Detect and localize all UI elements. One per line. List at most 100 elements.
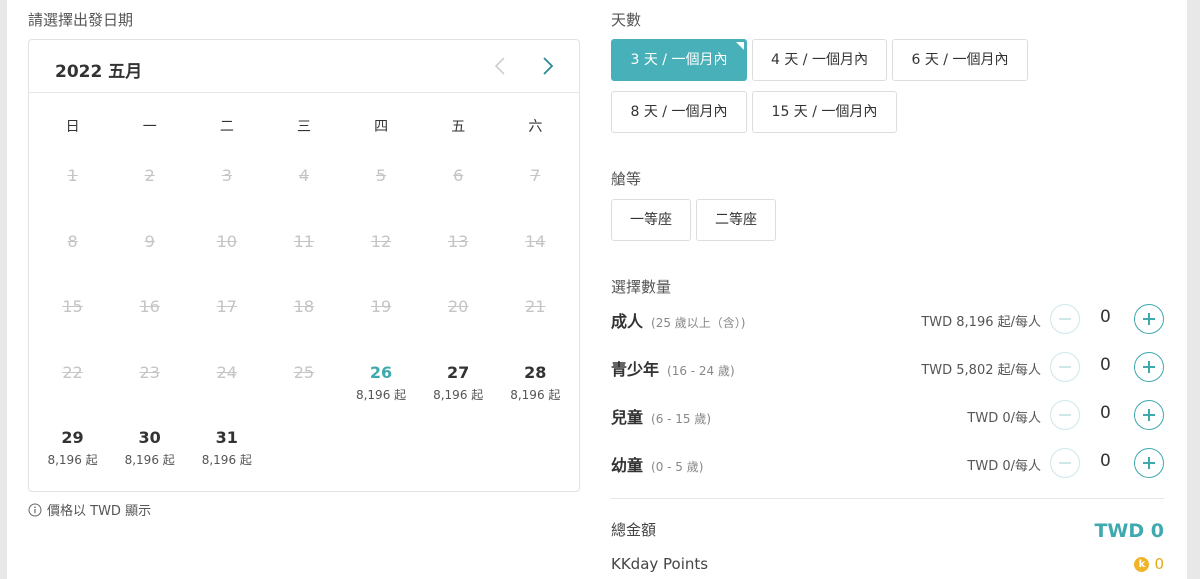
weekday-label: 日 <box>65 119 80 135</box>
day-number: 14 <box>525 231 546 251</box>
day-number: 27 <box>447 362 470 382</box>
day-price: 8,196 起 <box>433 387 484 402</box>
calendar-day: 3 <box>188 146 265 212</box>
day-number: 3 <box>221 166 232 185</box>
calendar-day: 21 <box>497 277 574 343</box>
calendar-day: 18 <box>265 277 342 343</box>
increase-youth-button[interactable] <box>1134 352 1164 382</box>
calendar: 2022 五月 日一二三四五六 1 2 3 4 5 6 7 8 9 10 11 12 13 14 15 16 1… <box>28 39 580 492</box>
class-option-first[interactable]: 一等座 <box>611 199 691 241</box>
points-value-wrap: k 0 <box>1134 555 1164 573</box>
chevron-left-icon <box>494 57 505 75</box>
days-section-label: 天數 <box>611 11 642 29</box>
prev-month-button[interactable] <box>489 54 513 78</box>
day-number: 11 <box>293 231 315 251</box>
increase-infant-button[interactable] <box>1134 448 1164 478</box>
day-number: 9 <box>144 231 155 251</box>
day-number: 23 <box>139 362 160 382</box>
ticket-price: TWD 5,802 起/每人 <box>921 363 1041 378</box>
calendar-day: 12 <box>343 212 420 278</box>
calendar-day: 4 <box>265 146 342 212</box>
price-note: 價格以 TWD 顯示 <box>28 500 151 519</box>
date-section-label: 請選擇出發日期 <box>28 11 134 29</box>
class-option-second[interactable]: 二等座 <box>696 199 776 241</box>
calendar-day: 20 <box>420 277 497 343</box>
calendar-header: 2022 五月 <box>29 40 579 93</box>
ticket-type-name: 幼童 (0 - 5 歲) <box>611 456 704 475</box>
calendar-day: 11 <box>265 212 342 278</box>
calendar-day: 23 <box>111 343 188 409</box>
day-number: 21 <box>525 297 546 316</box>
points-value: 0 <box>1154 555 1164 573</box>
booking-panel: 請選擇出發日期 2022 五月 日一二三四五六 1 2 3 4 5 6 7 8 9 10 11 12 1… <box>7 0 1187 579</box>
decrease-infant-button[interactable] <box>1050 448 1080 478</box>
days-option-15[interactable]: 15 天 / 一個月內 <box>752 91 897 133</box>
weekday-label: 五 <box>451 119 466 135</box>
ticket-age-range: (25 歲以上（含）) <box>651 316 746 330</box>
days-option-4[interactable]: 4 天 / 一個月內 <box>752 39 887 81</box>
adult-quantity: 0 <box>1100 307 1111 327</box>
weekday-label: 一 <box>142 119 157 135</box>
ticket-price: TWD 8,196 起/每人 <box>921 315 1041 330</box>
weekday-header-row: 日一二三四五六 <box>34 116 574 136</box>
day-number: 18 <box>293 297 315 316</box>
day-number: 29 <box>61 428 84 447</box>
info-circle-icon <box>28 503 42 516</box>
calendar-day: 2 <box>111 146 188 212</box>
decrease-child-button[interactable] <box>1050 400 1080 430</box>
ticket-age-range: (6 - 15 歲) <box>651 412 712 426</box>
ticket-age-range: (16 - 24 歲) <box>667 364 735 378</box>
day-number: 6 <box>453 166 464 185</box>
class-section-label: 艙等 <box>611 170 642 188</box>
days-option-3[interactable]: 3 天 / 一個月內 <box>611 39 747 81</box>
calendar-day[interactable]: 30 8,196 起 <box>111 408 188 474</box>
chevron-right-icon <box>543 57 554 75</box>
decrease-adult-button[interactable] <box>1050 304 1080 334</box>
total-value: TWD 0 <box>1094 520 1164 542</box>
day-price: 8,196 起 <box>510 387 561 402</box>
kkday-coin-icon: k <box>1134 556 1150 572</box>
quantity-row-adult: 成人 (25 歲以上（含）) TWD 8,196 起/每人 0 <box>611 302 1164 336</box>
day-number: 4 <box>298 166 310 185</box>
decrease-youth-button[interactable] <box>1050 352 1080 382</box>
calendar-day: 24 <box>188 343 265 409</box>
day-number: 19 <box>370 297 392 316</box>
calendar-day[interactable]: 28 8,196 起 <box>497 343 574 409</box>
quantity-row-youth: 青少年 (16 - 24 歲) TWD 5,802 起/每人 0 <box>611 350 1164 384</box>
increase-adult-button[interactable] <box>1134 304 1164 334</box>
calendar-day: 5 <box>343 146 420 212</box>
weekday-label: 二 <box>219 119 234 135</box>
calendar-day[interactable]: 27 8,196 起 <box>420 343 497 409</box>
calendar-day: 1 <box>34 146 111 212</box>
calendar-day: 7 <box>497 146 574 212</box>
calendar-day: 22 <box>34 343 111 409</box>
day-number: 26 <box>369 362 393 382</box>
increase-child-button[interactable] <box>1134 400 1164 430</box>
day-number: 31 <box>215 428 238 447</box>
calendar-day: 14 <box>497 212 574 278</box>
calendar-day[interactable]: 26 8,196 起 <box>343 343 420 409</box>
calendar-day[interactable]: 31 8,196 起 <box>188 408 265 474</box>
day-number: 24 <box>216 362 237 382</box>
calendar-month-title: 2022 五月 <box>55 62 143 82</box>
total-label: 總金額 <box>611 521 657 539</box>
calendar-day: 17 <box>188 277 265 343</box>
day-price: 8,196 起 <box>47 453 98 467</box>
day-number: 10 <box>216 231 237 251</box>
ticket-type-name: 成人 (25 歲以上（含）) <box>611 312 746 331</box>
calendar-day: 8 <box>34 212 111 278</box>
calendar-day[interactable]: 29 8,196 起 <box>34 408 111 474</box>
ticket-price: TWD 0/每人 <box>967 411 1041 426</box>
calendar-day: 13 <box>420 212 497 278</box>
day-price: 8,196 起 <box>124 453 175 467</box>
day-number: 16 <box>139 297 160 316</box>
day-number: 17 <box>216 297 237 316</box>
calendar-day: 15 <box>34 277 111 343</box>
days-option-8[interactable]: 8 天 / 一個月內 <box>611 91 747 133</box>
days-option-6[interactable]: 6 天 / 一個月內 <box>892 39 1028 81</box>
ticket-type-name: 兒童 (6 - 15 歲) <box>611 408 712 427</box>
next-month-button[interactable] <box>535 54 559 78</box>
quantity-row-infant: 幼童 (0 - 5 歲) TWD 0/每人 0 <box>611 446 1164 480</box>
calendar-day: 10 <box>188 212 265 278</box>
calendar-day: 9 <box>111 212 188 278</box>
